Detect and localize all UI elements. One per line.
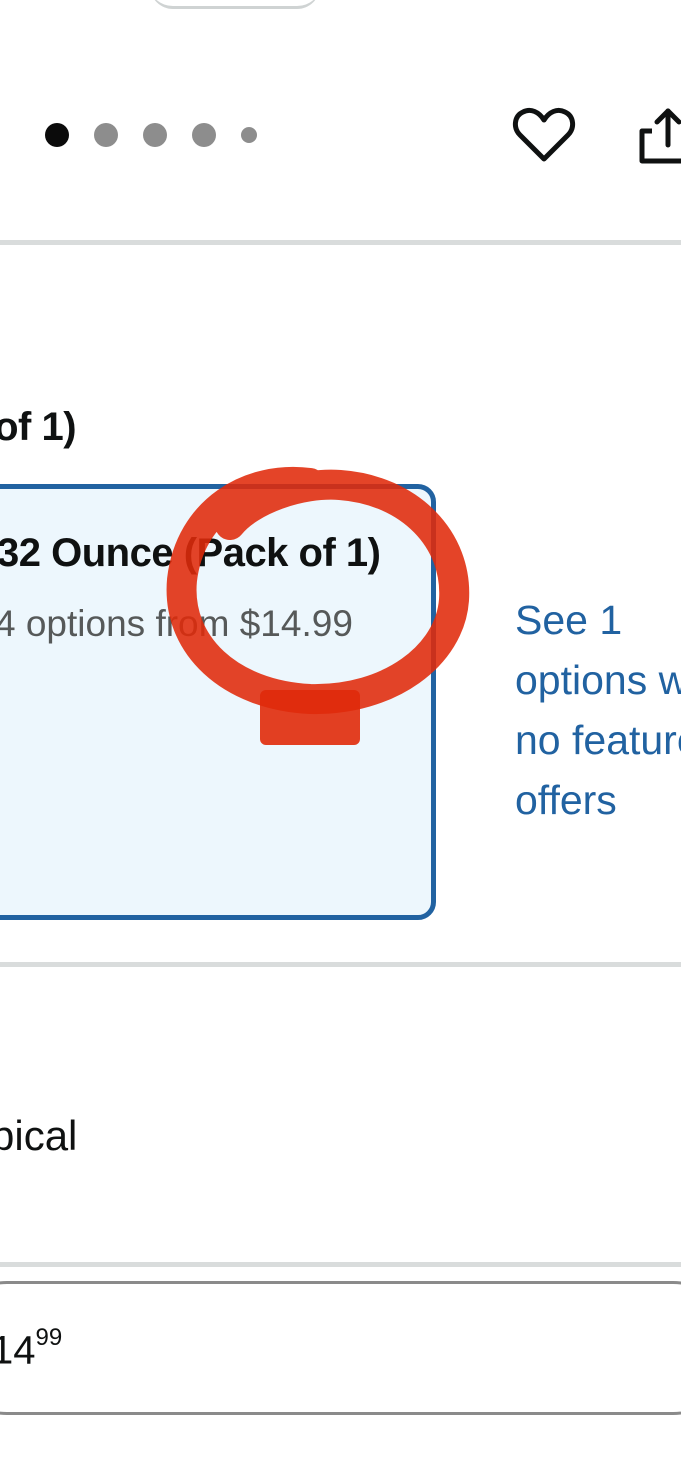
carousel-dot-4[interactable] <box>192 123 216 147</box>
section-divider <box>0 240 681 245</box>
typical-text: ypical <box>0 1112 78 1159</box>
size-option-card[interactable]: 32 Ounce (Pack of 1) 4 options from $14.… <box>0 484 436 920</box>
carousel-dot-2[interactable] <box>94 123 118 147</box>
share-icon[interactable] <box>636 103 681 167</box>
see-options-link[interactable]: See 1 options with no featured offers <box>515 590 681 830</box>
image-frame-edge <box>150 0 320 9</box>
carousel-dot-3[interactable] <box>143 123 167 147</box>
heart-icon[interactable] <box>512 105 576 165</box>
section-divider <box>0 1262 681 1267</box>
size-option-title: 32 Ounce (Pack of 1) <box>0 531 381 575</box>
carousel-dot-5[interactable] <box>241 127 257 143</box>
section-divider <box>0 962 681 967</box>
carousel-dot-1[interactable] <box>45 123 69 147</box>
size-heading: ck of 1) <box>0 405 77 449</box>
carousel-dots <box>45 122 282 148</box>
size-option-subtitle: 4 options from $14.99 <box>0 603 353 644</box>
price-whole: 14 <box>0 1328 36 1373</box>
product-page: ck of 1) 32 Ounce (Pack of 1) 4 options … <box>0 0 681 1477</box>
price-label: 1499 <box>0 1324 62 1373</box>
price-fraction: 99 <box>35 1324 63 1351</box>
price-option-box[interactable]: 1499 <box>0 1281 681 1415</box>
